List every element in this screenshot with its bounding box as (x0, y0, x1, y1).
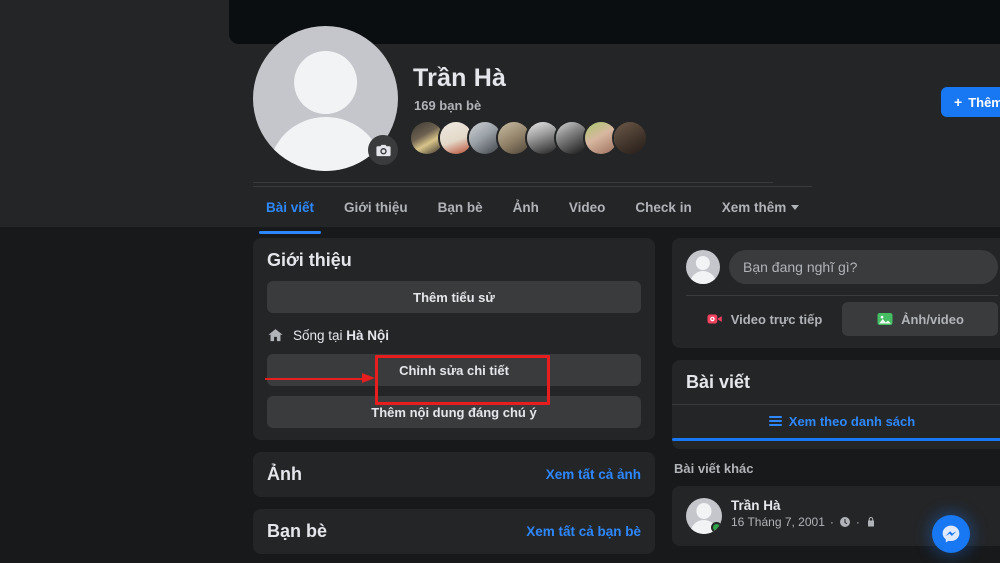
edit-details-label: Chỉnh sửa chi tiết (399, 362, 509, 378)
see-all-photos-link[interactable]: Xem tất cả ảnh (546, 467, 641, 482)
tab-label: Bài viết (266, 199, 315, 215)
post-meta: 16 Tháng 7, 2001 · · (731, 515, 877, 529)
messenger-fab-button[interactable] (932, 515, 970, 553)
messenger-fab-icon (942, 525, 960, 543)
photo-video-label: Ảnh/video (901, 311, 964, 327)
friend-count[interactable]: 169 bạn bè (414, 98, 481, 113)
intro-title: Giới thiệu (267, 250, 352, 270)
right-column: Bạn đang nghĩ gì? Video trực tiếp Ảnh/vi… (672, 238, 1000, 546)
add-button-label: Thêm (968, 94, 1000, 110)
photo-video-icon (877, 313, 893, 325)
friends-card: Bạn bè Xem tất cả bạn bè (253, 509, 655, 554)
avatar[interactable] (612, 120, 648, 156)
profile-tabs: Bài viết Giới thiệu Bạn bè Ảnh Video Che… (253, 186, 813, 234)
photos-card: Ảnh Xem tất cả ảnh (253, 452, 655, 497)
composer-input[interactable]: Bạn đang nghĩ gì? (729, 250, 998, 284)
see-all-friends-link[interactable]: Xem tất cả bạn bè (526, 524, 641, 539)
tab-label: Giới thiệu (344, 199, 408, 215)
online-status-dot (711, 522, 722, 533)
intro-card: Giới thiệu Thêm tiểu sử Sống tại Hà Nội … (253, 238, 655, 440)
live-video-label: Video trực tiếp (730, 311, 823, 327)
meta-separator: · (855, 515, 860, 529)
edit-details-button[interactable]: Chỉnh sửa chi tiết (267, 354, 641, 386)
tab-label: Check in (635, 199, 692, 215)
home-icon (268, 329, 283, 342)
tab-bai-viet[interactable]: Bài viết (253, 190, 327, 234)
live-video-icon (707, 314, 722, 324)
tab-label: Video (568, 199, 606, 215)
tab-gioi-thieu[interactable]: Giới thiệu (331, 190, 421, 225)
meta-separator: · (829, 515, 834, 529)
add-featured-button[interactable]: Thêm nội dung đáng chú ý (267, 396, 641, 428)
facebook-profile-screen: Trần Hà 169 bạn bè + Thêm Bài viết Giới … (0, 0, 1000, 563)
add-button[interactable]: + Thêm (941, 87, 1000, 117)
post-composer-card: Bạn đang nghĩ gì? Video trực tiếp Ảnh/vi… (672, 238, 1000, 348)
chevron-down-icon (791, 204, 800, 210)
tabs-divider (253, 182, 773, 183)
profile-avatar[interactable] (253, 26, 398, 171)
other-posts-label: Bài viết khác (674, 461, 754, 476)
tab-check-in[interactable]: Check in (622, 190, 704, 225)
tab-label: Xem thêm (721, 199, 787, 215)
posts-card: Bài viết Xem theo danh sách (672, 360, 1000, 449)
lock-icon (867, 517, 874, 527)
avatar[interactable] (686, 498, 722, 534)
tab-label: Bạn bè (437, 199, 483, 215)
friend-avatar-row[interactable] (409, 120, 648, 156)
clock-icon (839, 517, 850, 527)
tab-video[interactable]: Video (556, 190, 619, 225)
friends-title: Bạn bè (267, 521, 328, 541)
composer-avatar[interactable] (686, 250, 720, 284)
lives-in-row: Sống tại Hà Nội (267, 327, 641, 344)
page-title: Trần Hà (413, 64, 507, 92)
lives-in-prefix: Sống tại (293, 328, 347, 343)
divider (686, 295, 998, 296)
post-author[interactable]: Trần Hà (731, 498, 877, 513)
photos-title: Ảnh (267, 464, 302, 484)
list-bars-icon (768, 415, 782, 427)
list-view-label: Xem theo danh sách (788, 413, 916, 429)
tab-xem-them[interactable]: Xem thêm (709, 190, 813, 225)
tab-ban-be[interactable]: Bạn bè (425, 190, 496, 225)
lives-in-place: Hà Nội (346, 328, 390, 343)
tab-anh[interactable]: Ảnh (500, 190, 552, 225)
post-date: 16 Tháng 7, 2001 (731, 515, 825, 529)
add-bio-label: Thêm tiểu sử (413, 289, 495, 305)
add-featured-label: Thêm nội dung đáng chú ý (371, 404, 537, 420)
live-video-button[interactable]: Video trực tiếp (686, 302, 842, 336)
profile-header: Trần Hà 169 bạn bè + Thêm Bài viết Giới … (0, 0, 1000, 234)
left-column: Giới thiệu Thêm tiểu sử Sống tại Hà Nội … (253, 238, 655, 563)
plus-icon: + (954, 94, 963, 110)
camera-icon[interactable] (368, 135, 398, 165)
list-view-toggle[interactable]: Xem theo danh sách (672, 405, 1000, 441)
photo-video-button[interactable]: Ảnh/video (842, 302, 998, 336)
add-bio-button[interactable]: Thêm tiểu sử (267, 281, 641, 313)
tab-label: Ảnh (512, 199, 539, 215)
posts-title: Bài viết (686, 372, 751, 392)
